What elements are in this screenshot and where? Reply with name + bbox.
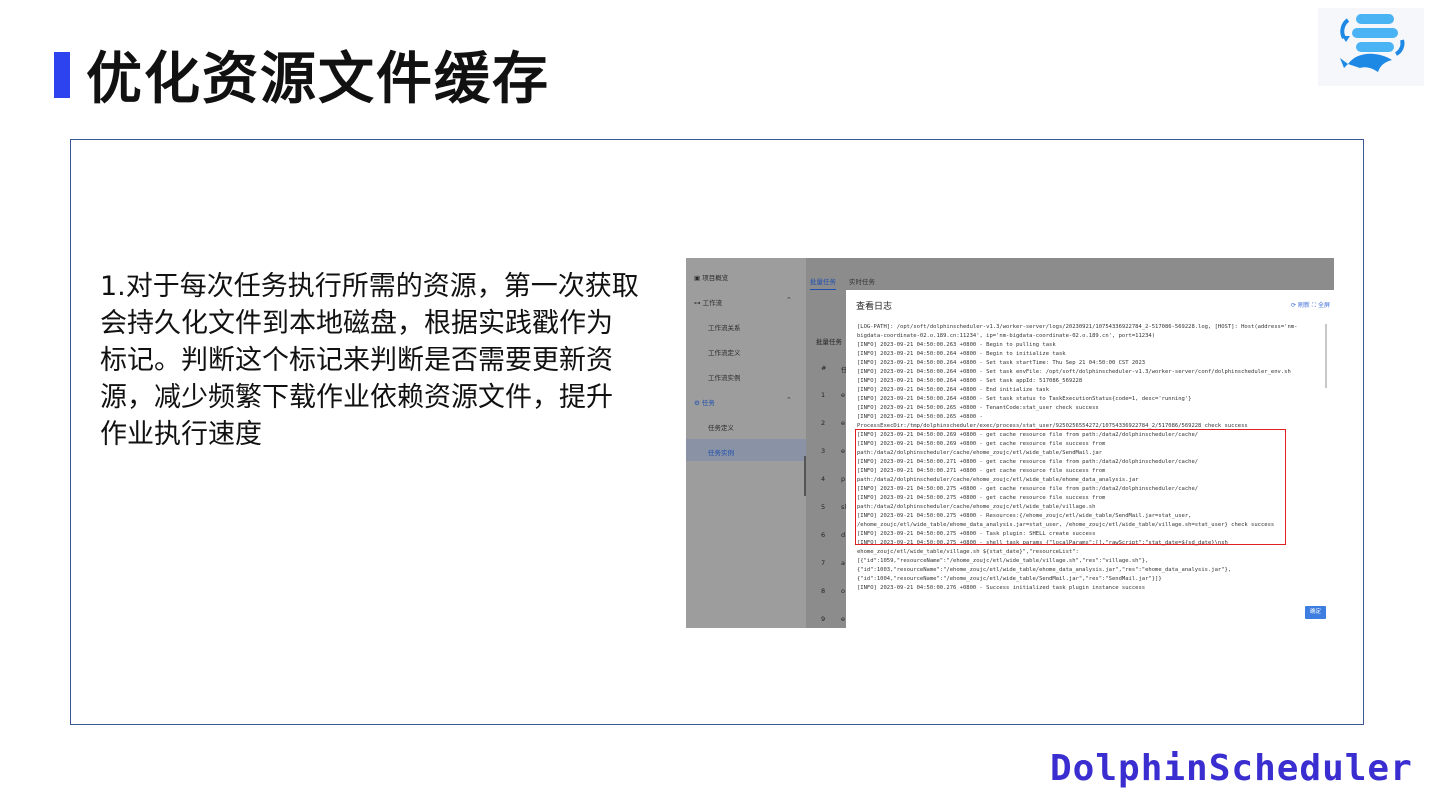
table-row: e (841, 419, 845, 427)
sidebar-item-label: 任务 (701, 399, 715, 407)
dialog-title: 查看日志 (856, 302, 893, 312)
sidebar-item-label: 任务实例 (708, 449, 734, 457)
page-title: 优化资源文件缓存 (86, 47, 550, 112)
body-line: 作业执行速度 (100, 419, 262, 450)
sidebar-item-label: 工作流定义 (708, 349, 741, 357)
sidebar-item-label: 工作流实例 (708, 374, 741, 382)
table-row: 4 (821, 475, 826, 483)
sidebar-scrollbar[interactable] (804, 456, 806, 496)
table-row: 7 (821, 559, 826, 567)
refresh-button[interactable]: 刷新 (1298, 302, 1310, 309)
brand-wordmark: DolphinScheduler (1050, 748, 1413, 789)
log-line: [INFO] 2023-09-21 04:50:00.265 +0800 - T… (857, 405, 1099, 411)
sidebar-item-workflow-definition[interactable]: 工作流定义 (708, 347, 741, 357)
log-line: ehome_zoujc/etl/wide_table/village.sh ${… (857, 549, 1079, 555)
table-row: 3 (821, 447, 826, 455)
sidebar-item-workflow-instance[interactable]: 工作流实例 (708, 372, 741, 382)
highlight-box (855, 429, 1286, 545)
sidebar-item-task-instance[interactable]: 任务实例 (708, 447, 734, 457)
log-line: [INFO] 2023-09-21 04:50:00.276 +0800 - S… (857, 585, 1146, 591)
sidebar-item-workflow-relation[interactable]: 工作流关系 (708, 322, 741, 332)
log-line: {"id":1004,"resourceName":"/ehome_zoujc/… (857, 576, 1162, 582)
sidebar-item-task-definition[interactable]: 任务定义 (708, 422, 734, 432)
table-row: 5 (821, 503, 826, 511)
body-paragraph: 1.对于每次任务执行所需的资源，第一次获取 会持久化文件到本地磁盘，根据实践戳作… (100, 268, 700, 453)
title-accent-bar (54, 52, 70, 98)
log-line: [INFO] 2023-09-21 04:50:00.264 +0800 - B… (857, 351, 1066, 357)
table-row: d (841, 531, 846, 539)
dialog-actions: ⟳ 刷新 ⛶ 全屏 (1291, 300, 1330, 310)
sidebar-item-label: 工作流 (702, 299, 723, 307)
refresh-icon[interactable]: ⟳ (1291, 302, 1296, 309)
sidebar-item-overview[interactable]: ▣ 项目概览 (694, 272, 728, 282)
sidebar-item-label: 任务定义 (708, 424, 734, 432)
table-row: a (841, 559, 845, 567)
chevron-up-icon[interactable]: ⌃ (786, 296, 792, 304)
table-header: # (821, 364, 827, 372)
table-row: p (841, 475, 846, 483)
log-line: [INFO] 2023-09-21 04:50:00.265 +0800 - (857, 414, 983, 420)
sidebar: ▣ 项目概览 ⊶ 工作流 ⌃ 工作流关系 工作流定义 工作流实例 ⚙ 任务 ⌃ … (686, 258, 806, 628)
sidebar-item-label: 项目概览 (702, 274, 729, 282)
log-line: [INFO] 2023-09-21 04:50:00.264 +0800 - S… (857, 396, 1192, 402)
log-line: [INFO] 2023-09-21 04:50:00.264 +0800 - S… (857, 378, 1083, 384)
body-line: 标记。判断这个标记来判断是否需要更新资 (100, 345, 613, 376)
log-line: bigdata-coordinate-02.o.189.cn:11234', i… (857, 333, 1156, 339)
sidebar-item-label: 工作流关系 (708, 324, 741, 332)
embedded-screenshot: ▣ 项目概览 ⊶ 工作流 ⌃ 工作流关系 工作流定义 工作流实例 ⚙ 任务 ⌃ … (686, 258, 1334, 628)
table-row: 8 (821, 587, 826, 595)
body-line: 源，减少频繁下载作业依赖资源文件，提升 (100, 382, 613, 413)
fullscreen-icon[interactable]: ⛶ (1312, 302, 1316, 309)
sidebar-item-workflow[interactable]: ⊶ 工作流 (694, 297, 722, 307)
sidebar-item-task[interactable]: ⚙ 任务 (694, 397, 715, 407)
table-row: e (841, 447, 845, 455)
log-line: [INFO] 2023-09-21 04:50:00.264 +0800 - E… (857, 387, 1050, 393)
table-row: 6 (821, 531, 826, 539)
table-row: o (841, 587, 845, 595)
body-line: 1.对于每次任务执行所需的资源，第一次获取 (100, 271, 639, 302)
log-line: [INFO] 2023-09-21 04:50:00.263 +0800 - B… (857, 342, 1056, 348)
log-line: [INFO] 2023-09-21 04:50:00.264 +0800 - S… (857, 360, 1146, 366)
fullscreen-button[interactable]: 全屏 (1318, 302, 1330, 309)
log-line: [INFO] 2023-09-21 04:50:00.264 +0800 - S… (857, 369, 1291, 375)
tab-realtime-tasks[interactable]: 实时任务 (849, 276, 875, 286)
table-row: 1 (821, 391, 826, 399)
body-line: 会持久化文件到本地磁盘，根据实践戳作为 (100, 308, 613, 339)
log-line: [{"id":1059,"resourceName":"/ehome_zoujc… (857, 558, 1149, 564)
ok-button[interactable]: 确定 (1305, 606, 1326, 619)
table-row: e (841, 615, 845, 623)
table-row: 9 (821, 615, 826, 623)
table-row: e (841, 391, 845, 399)
sidebar-selection-highlight (686, 439, 806, 461)
tab-bar: 批量任务 实时任务 (806, 268, 1334, 292)
log-line: [LOG-PATH]: /opt/soft/dolphinscheduler-v… (857, 324, 1298, 330)
log-scrollbar[interactable] (1325, 324, 1327, 388)
log-line: {"id":1003,"resourceName":"/ehome_zoujc/… (857, 567, 1232, 573)
background-label: 批量任务 (816, 338, 842, 346)
table-row: 2 (821, 419, 826, 427)
log-dialog: 查看日志 ⟳ 刷新 ⛶ 全屏 [LOG-PATH]: /opt/soft/dol… (846, 290, 1334, 628)
chevron-up-icon[interactable]: ⌃ (786, 396, 792, 404)
tab-batch-tasks[interactable]: 批量任务 (810, 276, 836, 290)
dolphinscheduler-logo-icon (1318, 8, 1424, 86)
